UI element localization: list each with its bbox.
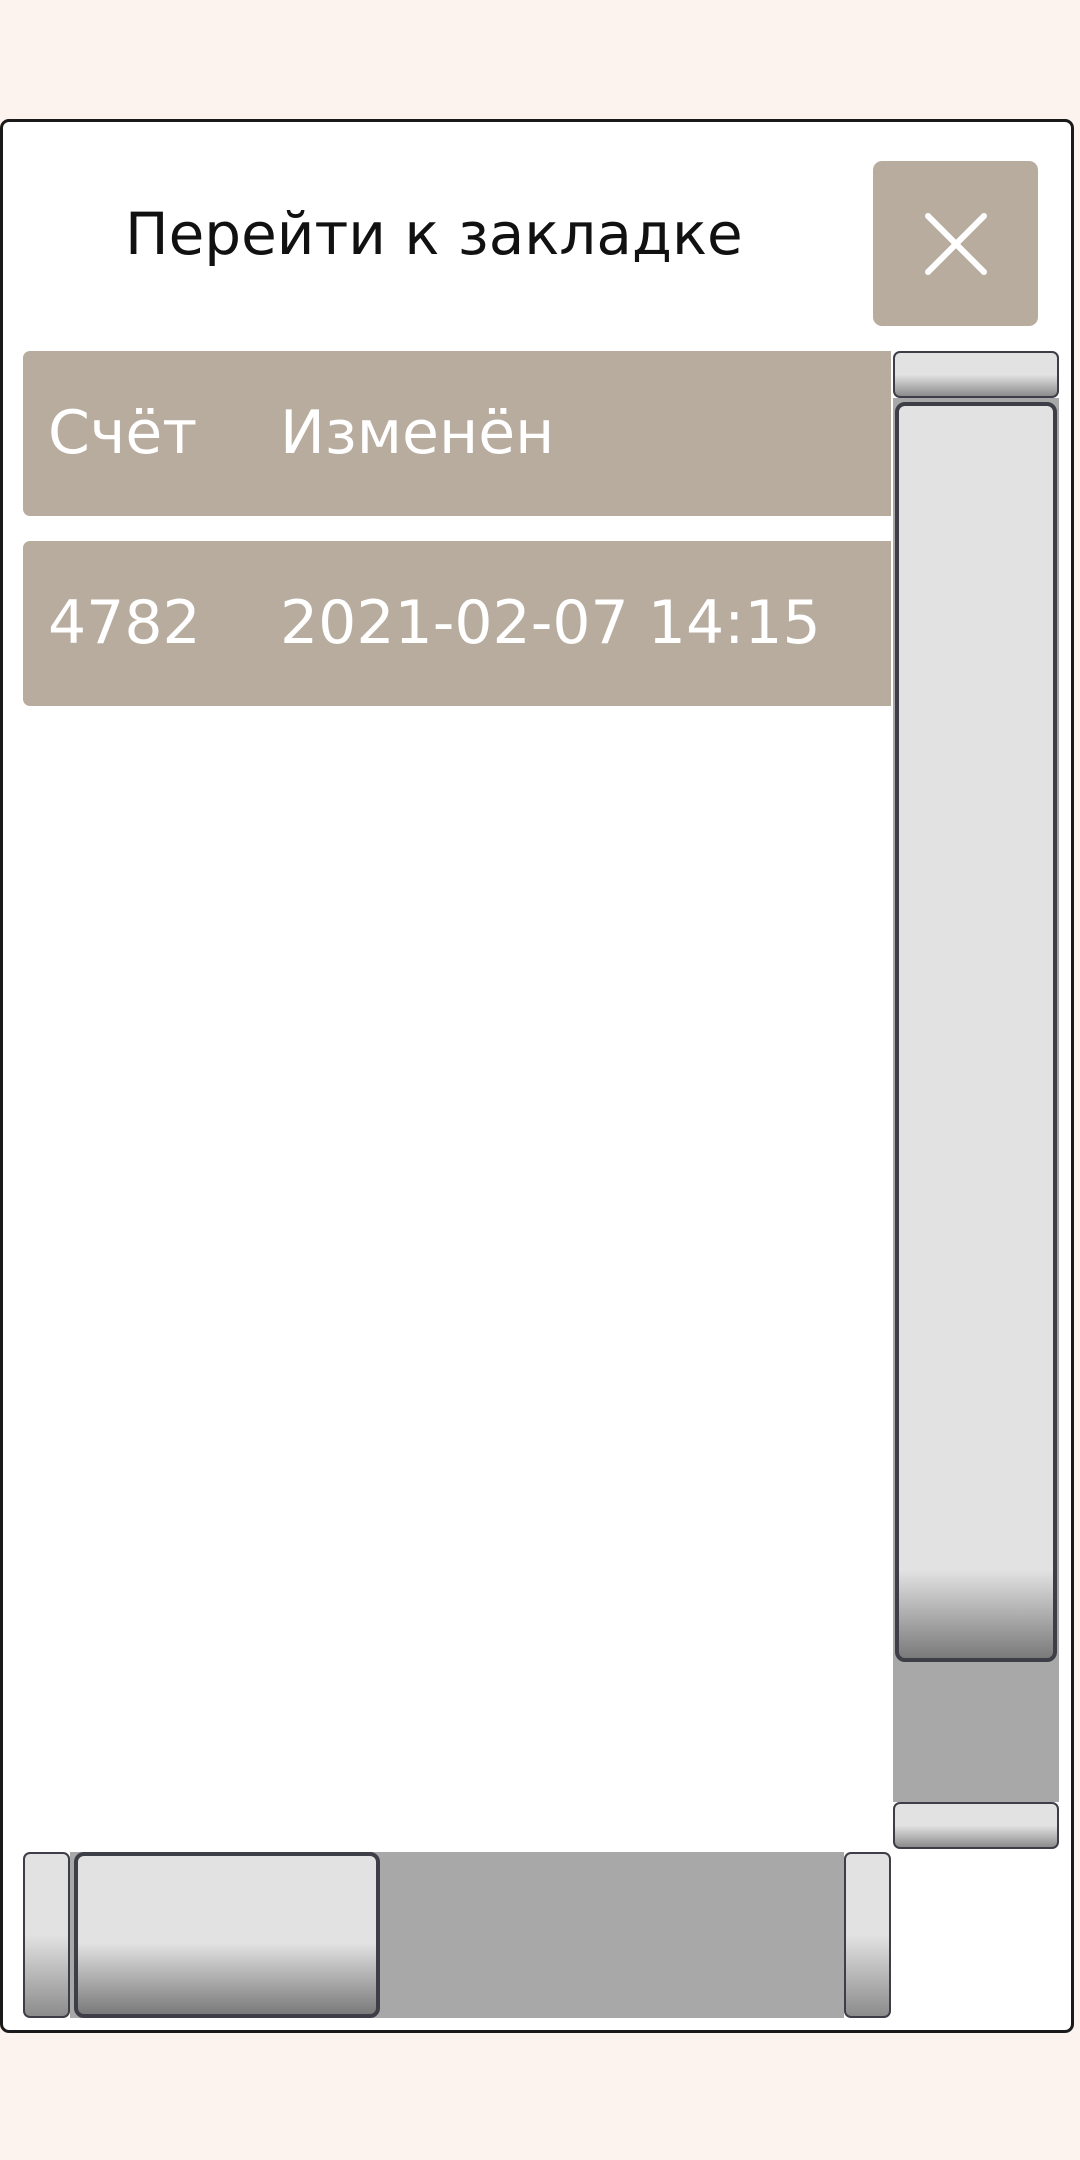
horizontal-scrollbar[interactable] [23, 1852, 891, 2018]
cell-account: 4782 [48, 588, 201, 658]
scroll-up-button[interactable] [893, 351, 1059, 398]
column-header-modified: Изменён [280, 398, 555, 468]
table-header-row: Счёт Изменён [23, 351, 891, 516]
scroll-right-button[interactable] [844, 1852, 891, 2018]
scroll-left-button[interactable] [23, 1852, 70, 2018]
bookmark-dialog: Перейти к закладке Счёт Изменён 4782 202… [0, 119, 1074, 2033]
horizontal-scroll-thumb[interactable] [74, 1852, 380, 2018]
cell-modified: 2021-02-07 14:15 [280, 588, 821, 658]
vertical-scrollbar[interactable] [891, 351, 1061, 1849]
column-header-account: Счёт [48, 398, 198, 468]
close-icon [925, 213, 987, 275]
dialog-title: Перейти к закладке [125, 200, 743, 268]
scroll-down-button[interactable] [893, 1802, 1059, 1849]
close-button[interactable] [873, 161, 1038, 326]
vertical-scroll-thumb[interactable] [895, 402, 1057, 1662]
table-row[interactable]: 4782 2021-02-07 14:15 [23, 541, 891, 706]
